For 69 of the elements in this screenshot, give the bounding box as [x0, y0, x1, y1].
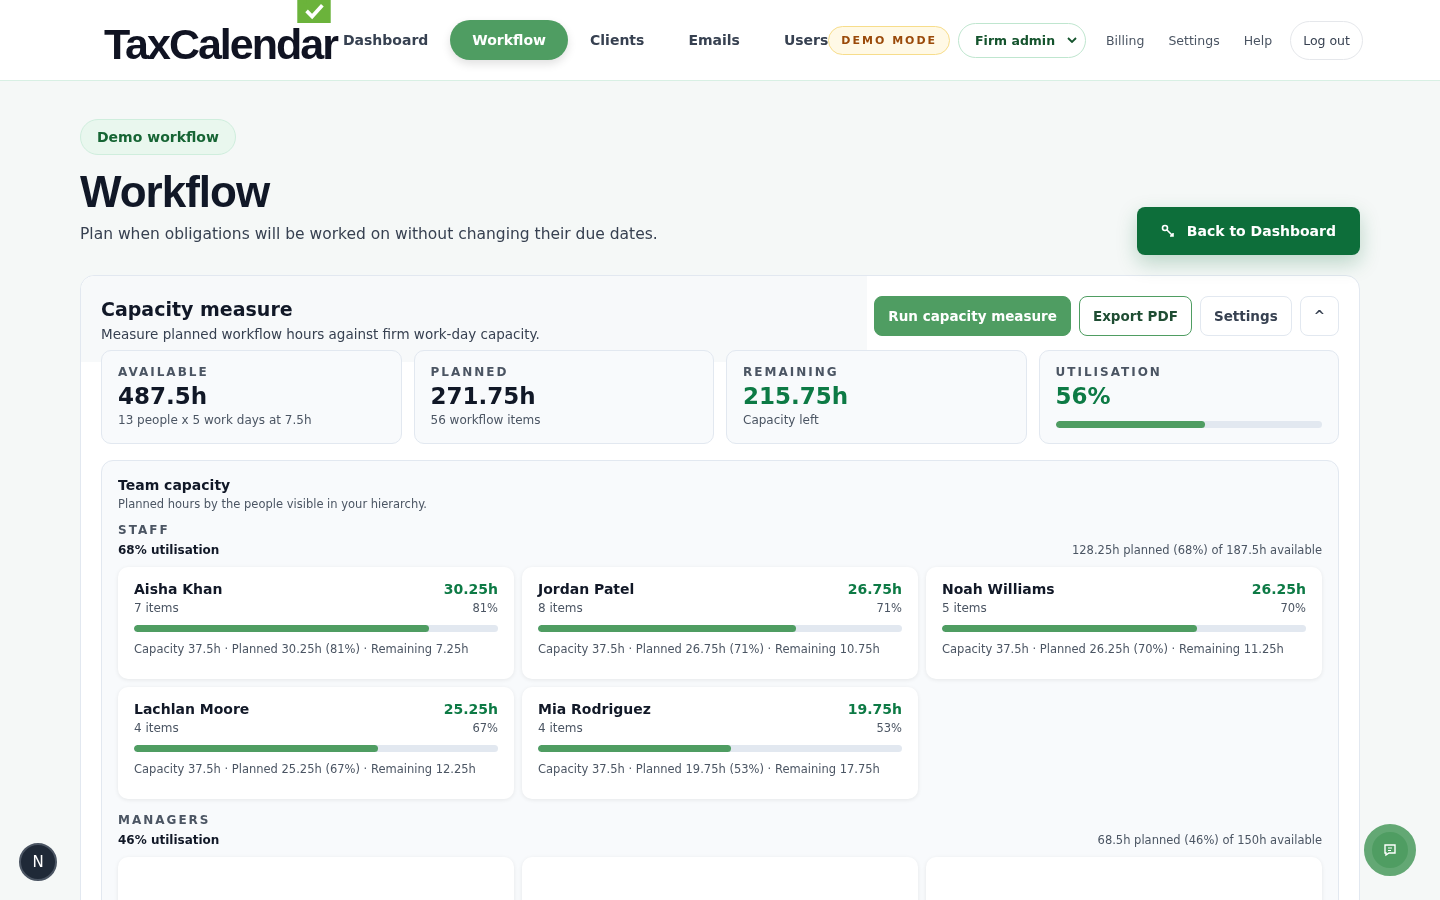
page-title: Workflow — [80, 167, 271, 217]
action-button[interactable]: Settings — [1199, 296, 1292, 336]
panel-title: Capacity measure — [101, 298, 294, 320]
stat-note: 56 workflow items — [430, 413, 542, 427]
nav-link[interactable]: Settings — [1168, 32, 1220, 48]
item-count: 7 items — [134, 601, 180, 615]
person-name: Jordan Patel — [538, 581, 635, 597]
demo-workflow-pill: Demo workflow — [80, 119, 236, 155]
panel-subtitle: Measure planned workflow hours against firm work-day capacity. — [101, 326, 541, 342]
nav-link[interactable]: Billing — [1106, 32, 1145, 48]
item-count: 5 items — [942, 601, 988, 615]
back-to-dashboard-button[interactable]: Back to Dashboard — [1136, 207, 1360, 255]
capacity-detail: Capacity 37.5h · Planned 19.75h (53%) · Remaining 17.75h — [538, 762, 881, 776]
utilisation-percent: 53% — [876, 721, 902, 735]
logout-button[interactable]: Log out — [1290, 20, 1363, 60]
item-count: 8 items — [538, 601, 584, 615]
stat-value: 271.75h — [430, 383, 537, 409]
capacity-detail: Capacity 37.5h · Planned 26.25h (70%) · Remaining 11.25h — [942, 642, 1285, 656]
planned-hours: 25.25h — [443, 701, 498, 717]
planned-hours: 19.75h — [847, 701, 902, 717]
item-count: 4 items — [538, 721, 584, 735]
stat-label: UTILISATION — [1055, 365, 1163, 379]
person-name: Aisha Khan — [134, 581, 223, 597]
stat-value: 56% — [1055, 383, 1112, 409]
action-button[interactable]: Export PDF — [1078, 296, 1192, 336]
group-label: MANAGERS — [118, 813, 212, 827]
utilisation-percent: 71% — [876, 601, 902, 615]
utilisation-percent: 67% — [472, 721, 498, 735]
utilisation-percent: 70% — [1280, 601, 1306, 615]
corner-badge[interactable]: N — [19, 843, 57, 881]
capacity-detail: Capacity 37.5h · Planned 26.75h (71%) · Remaining 10.75h — [538, 642, 881, 656]
group-utilisation: 68% utilisation — [118, 543, 220, 557]
capacity-detail: Capacity 37.5h · Planned 25.25h (67%) · Remaining 12.25h — [134, 762, 477, 776]
group-utilisation: 46% utilisation — [118, 833, 220, 847]
nav-tab[interactable]: Emails — [666, 20, 762, 60]
stat-label: PLANNED — [430, 365, 510, 379]
utilisation-percent: 81% — [472, 601, 498, 615]
item-count: 4 items — [134, 721, 180, 735]
chat-button[interactable] — [1364, 824, 1416, 876]
nav-tab[interactable]: Dashboard — [340, 20, 451, 60]
page-subtitle: Plan when obligations will be worked on without changing their due dates. — [80, 225, 658, 243]
planned-hours: 26.75h — [847, 581, 902, 597]
team-title: Team capacity — [118, 477, 232, 493]
stat-label: REMAINING — [743, 365, 840, 379]
route-icon — [1160, 224, 1175, 238]
demo-mode-badge: DEMO MODE — [828, 25, 951, 55]
chat-icon — [1383, 843, 1397, 857]
capacity-detail: Capacity 37.5h · Planned 30.25h (81%) · Remaining 7.25h — [134, 642, 470, 656]
person-name: Lachlan Moore — [134, 701, 250, 717]
group-summary: 128.25h planned (68%) of 187.5h available — [1071, 543, 1322, 557]
brand-logo[interactable]: TaxCalendar — [104, 22, 337, 66]
role-select[interactable]: Firm admin — [958, 22, 1087, 58]
stat-note: 13 people x 5 work days at 7.5h — [118, 413, 313, 427]
team-subtitle: Planned hours by the people visible in your hierarchy. — [118, 497, 428, 511]
group-label: STAFF — [118, 523, 171, 537]
planned-hours: 30.25h — [443, 581, 498, 597]
stat-value: 487.5h — [118, 383, 209, 409]
person-name: Mia Rodriguez — [538, 701, 651, 717]
chevron-down-icon — [1067, 37, 1078, 43]
nav-link[interactable]: Help — [1243, 32, 1273, 48]
stat-note: Capacity left — [743, 413, 820, 427]
nav-tab[interactable]: Users — [761, 20, 829, 60]
group-summary: 68.5h planned (46%) of 150h available — [1097, 833, 1322, 847]
nav-tab[interactable]: Clients — [568, 20, 667, 60]
action-button[interactable]: ^ — [1299, 296, 1339, 336]
person-name: Noah Williams — [942, 581, 1055, 597]
planned-hours: 26.25h — [1251, 581, 1306, 597]
stat-label: AVAILABLE — [118, 365, 210, 379]
stat-value: 215.75h — [743, 383, 850, 409]
